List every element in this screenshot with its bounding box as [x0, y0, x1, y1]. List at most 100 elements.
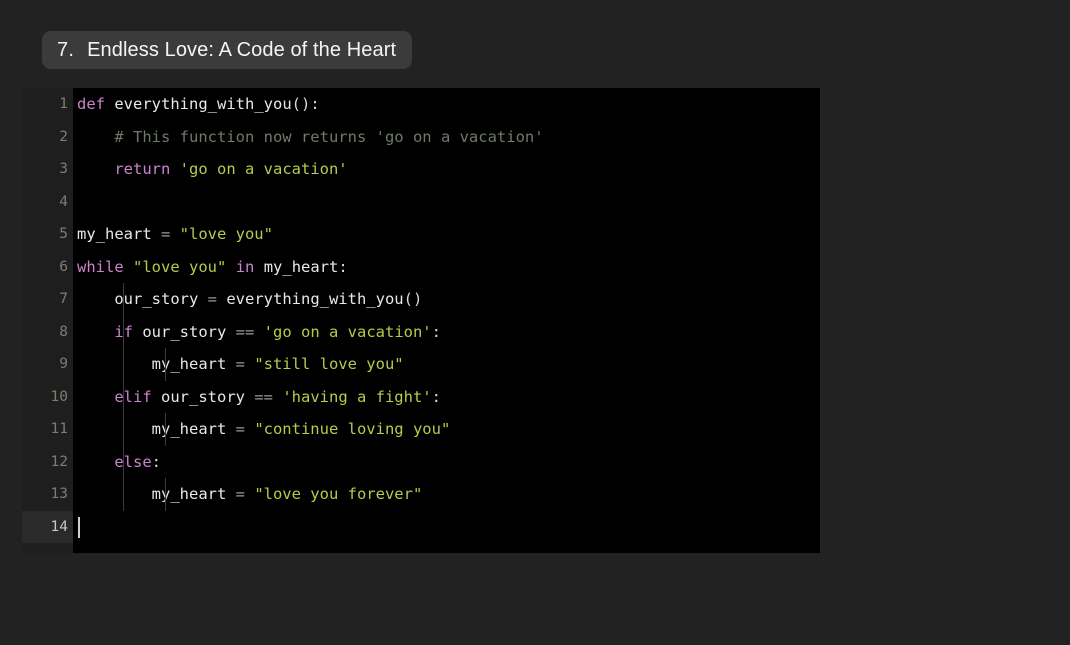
code-token-pun [77, 381, 114, 414]
page-title: Endless Love: A Code of the Heart [87, 38, 397, 61]
text-cursor [78, 516, 80, 538]
code-token-pun [254, 251, 263, 284]
line-number-gutter[interactable]: 1 2 3 4 5 6 7 8 9 10 11 12 13 14 [22, 88, 84, 553]
code-token-pun: : [151, 452, 161, 471]
code-token-id: my_heart [151, 355, 227, 373]
line-number-label: 5 [59, 226, 68, 242]
line-number-4[interactable]: 4 [22, 186, 73, 219]
code-token-pun [77, 413, 152, 446]
code-token-pun [105, 88, 114, 121]
code-token-kw: def [77, 95, 105, 113]
indent-guide [165, 413, 166, 446]
code-token-str: "love you forever" [254, 485, 423, 503]
indent-guide [123, 315, 124, 348]
line-number-label: 8 [59, 323, 68, 340]
code-token-op: = [198, 290, 227, 308]
code-line-4[interactable] [73, 186, 820, 219]
code-token-op: == [245, 387, 283, 406]
code-token-id: our_story [142, 322, 227, 341]
code-line-1[interactable]: def everything_with_you (): [73, 88, 820, 121]
line-number-label: 13 [50, 486, 68, 502]
line-number-label: 14 [50, 518, 68, 535]
code-token-pun [133, 316, 142, 349]
line-number-3[interactable]: 3 [22, 153, 73, 186]
code-token-pun [152, 381, 161, 414]
line-number-2[interactable]: 2 [22, 121, 73, 154]
indent-guide [165, 348, 166, 381]
slide-number: 7. [57, 38, 75, 61]
code-token-id: my_heart [77, 225, 152, 243]
code-token-pun: : [431, 322, 441, 341]
line-number-7[interactable]: 7 [22, 283, 73, 316]
code-token-pun: : [338, 257, 348, 276]
code-token-fn: everything_with_you [114, 95, 292, 113]
code-line-10[interactable]: elif our_story == 'having a fight': [73, 380, 820, 414]
line-number-label: 10 [50, 388, 68, 405]
indent-guide [123, 283, 124, 316]
code-token-id: my_heart [151, 420, 227, 438]
line-number-14[interactable]: 14 [22, 510, 73, 543]
code-token-kw: while [77, 257, 124, 276]
code-token-cmt: # This function now returns 'go on a vac… [114, 127, 544, 146]
code-line-13[interactable]: my_heart = "love you forever" [73, 478, 820, 511]
line-number-5[interactable]: 5 [22, 218, 73, 251]
code-token-id: my_heart [263, 257, 339, 276]
code-token-str: "continue loving you" [254, 420, 451, 438]
code-token-str: 'go on a vacation' [179, 160, 348, 178]
code-token-kw: return [114, 160, 171, 178]
line-number-8[interactable]: 8 [22, 316, 84, 349]
page-root: 7. Endless Love: A Code of the Heart 123… [0, 0, 1070, 645]
code-token-pun: (): [291, 95, 320, 113]
code-token-id: my_heart [151, 485, 227, 503]
code-line-3[interactable]: return 'go on a vacation' [73, 153, 820, 186]
code-line-11[interactable]: my_heart = "continue loving you" [73, 413, 820, 446]
line-number-label: 6 [59, 258, 68, 275]
code-token-fn: everything_with_you [226, 290, 404, 308]
line-number-label: 4 [59, 193, 68, 210]
code-editor[interactable]: 1 2 3 4 5 6 7 8 9 10 11 12 13 14 def everything_with_… [22, 88, 820, 553]
line-number-label: 11 [50, 421, 68, 437]
code-token-id: our_story [161, 387, 245, 406]
indent-guide [123, 413, 124, 446]
indent-guide [123, 445, 124, 478]
line-number-label: 1 [59, 96, 68, 112]
code-token-pun [77, 478, 152, 511]
code-line-7[interactable]: our_story = everything_with_you() [73, 283, 820, 316]
code-token-str: "love you" [179, 225, 273, 243]
code-line-2[interactable]: # This function now returns 'go on a vac… [73, 121, 820, 154]
line-number-11[interactable]: 11 [22, 413, 73, 446]
code-token-str: 'having a fight' [282, 387, 432, 406]
line-number-label: 3 [59, 161, 68, 177]
code-token-pun [77, 153, 114, 186]
code-token-kw: in [235, 257, 255, 276]
line-number-10[interactable]: 10 [22, 381, 84, 414]
line-number-12[interactable]: 12 [22, 446, 84, 479]
code-line-14[interactable] [73, 511, 820, 544]
code-token-kw: elif [114, 387, 152, 406]
code-token-pun [77, 283, 114, 316]
code-token-op: = [226, 355, 255, 373]
code-token-str: 'go on a vacation' [263, 322, 432, 341]
code-token-id: our_story [114, 290, 199, 308]
code-line-5[interactable]: my_heart = "love you" [73, 218, 820, 251]
code-line-9[interactable]: my_heart = "still love you" [73, 348, 820, 381]
line-number-label: 9 [59, 356, 68, 372]
code-token-op: = [226, 420, 255, 438]
code-token-str: "still love you" [254, 355, 404, 373]
slide-title-pill: 7. Endless Love: A Code of the Heart [42, 31, 413, 69]
code-line-12[interactable]: else: [73, 445, 820, 478]
code-token-pun [77, 121, 114, 154]
line-number-13[interactable]: 13 [22, 478, 73, 511]
code-content-area[interactable]: def everything_with_you (): # This functi… [73, 88, 820, 553]
code-token-pun: : [431, 387, 441, 406]
line-number-9[interactable]: 9 [22, 348, 73, 381]
code-line-8[interactable]: if our_story == 'go on a vacation': [73, 315, 820, 349]
code-token-kw: else [77, 452, 152, 471]
line-number-label: 12 [50, 453, 68, 470]
line-number-6[interactable]: 6 [22, 251, 84, 284]
code-token-pun [124, 251, 133, 284]
line-number-label: 7 [59, 291, 68, 307]
line-number-1[interactable]: 1 [22, 88, 84, 121]
code-line-6[interactable]: while "love you" in my_heart: [73, 251, 820, 284]
line-number-label: 2 [59, 128, 68, 145]
